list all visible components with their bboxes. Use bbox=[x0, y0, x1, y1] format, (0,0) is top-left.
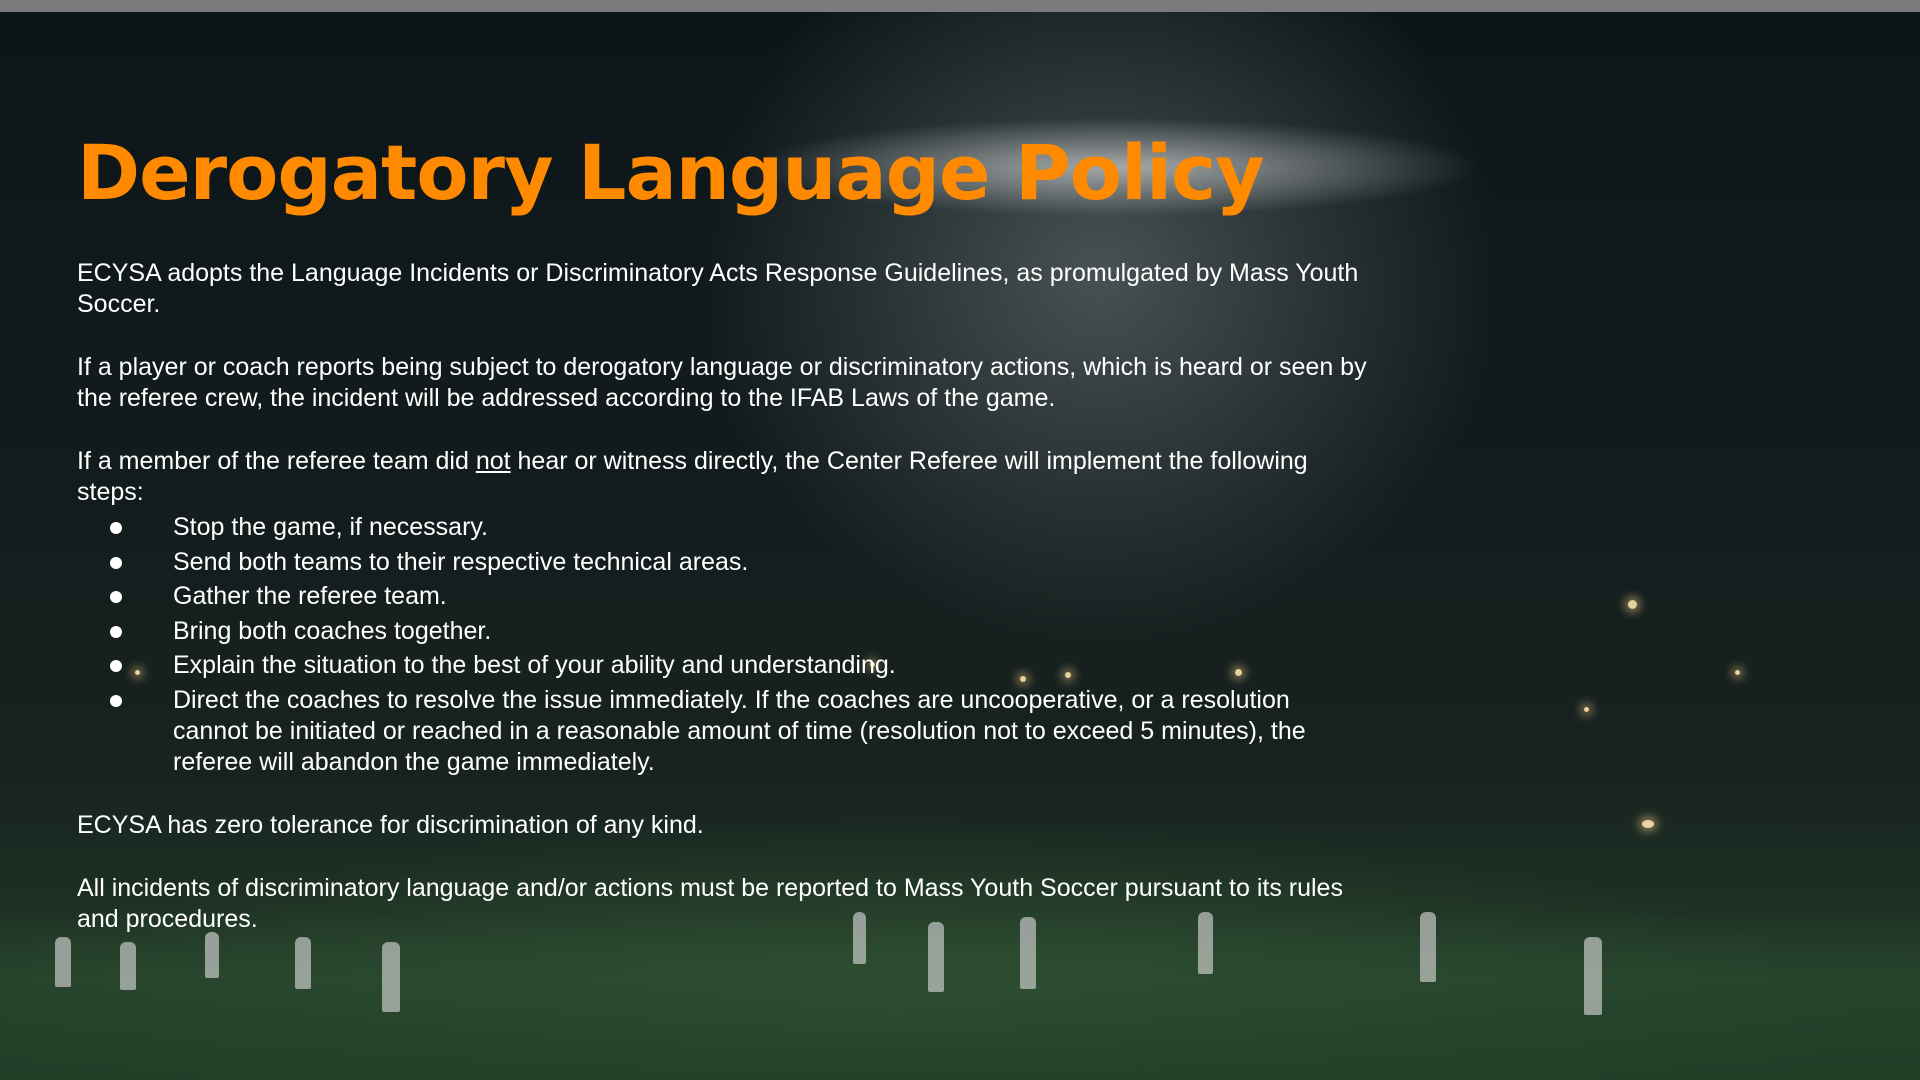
bullet-icon bbox=[110, 625, 122, 638]
bullet-icon bbox=[110, 660, 122, 672]
player-silhouette bbox=[205, 932, 219, 978]
bullet-icon bbox=[110, 694, 122, 707]
list-item: Stop the game, if necessary. bbox=[77, 512, 1367, 543]
steps-intro-text: If a member of the referee team did bbox=[77, 447, 476, 475]
stadium-light bbox=[1735, 670, 1740, 675]
list-item: Explain the situation to the best of you… bbox=[77, 650, 1367, 681]
stadium-light bbox=[1584, 707, 1589, 712]
step-text: Gather the referee team. bbox=[173, 582, 447, 610]
top-bar bbox=[0, 0, 1920, 12]
slide-title: Derogatory Language Policy bbox=[77, 128, 1265, 217]
crew-witness-paragraph: If a player or coach reports being subje… bbox=[77, 353, 1367, 412]
soccer-field bbox=[0, 910, 1920, 1080]
list-item: Direct the coaches to resolve the issue … bbox=[77, 685, 1367, 778]
player-silhouette bbox=[120, 942, 136, 990]
zero-tolerance-paragraph: ECYSA has zero tolerance for discriminat… bbox=[77, 810, 704, 839]
player-silhouette bbox=[55, 937, 71, 987]
slide-body: ECYSA adopts the Language Incidents or D… bbox=[77, 258, 1367, 935]
reporting-paragraph: All incidents of discriminatory language… bbox=[77, 873, 1343, 933]
stadium-light bbox=[1628, 600, 1637, 609]
step-text: Bring both coaches together. bbox=[173, 616, 492, 645]
list-item: Gather the referee team. bbox=[77, 581, 1367, 612]
player-silhouette bbox=[1584, 937, 1602, 1015]
emphasis-not: not bbox=[475, 447, 511, 475]
stadium-light bbox=[1642, 820, 1654, 828]
list-item: Send both teams to their respective tech… bbox=[77, 547, 1367, 578]
list-item: Bring both coaches together. bbox=[77, 616, 1367, 647]
bullet-icon bbox=[110, 522, 122, 534]
step-text: Stop the game, if necessary. bbox=[173, 513, 488, 541]
bullet-icon bbox=[110, 591, 122, 603]
intro-paragraph: ECYSA adopts the Language Incidents or D… bbox=[77, 259, 1359, 318]
player-silhouette bbox=[295, 937, 311, 989]
step-text: Explain the situation to the best of you… bbox=[173, 651, 896, 679]
step-text: Direct the coaches to resolve the issue … bbox=[173, 685, 1306, 776]
bullet-icon bbox=[110, 556, 122, 569]
step-text: Send both teams to their respective tech… bbox=[173, 547, 749, 576]
player-silhouette bbox=[382, 942, 400, 1012]
player-silhouette bbox=[1420, 912, 1436, 982]
steps-list: Stop the game, if necessary. Send both t… bbox=[77, 512, 1367, 778]
steps-intro-paragraph: If a member of the referee team did not … bbox=[77, 446, 1367, 508]
